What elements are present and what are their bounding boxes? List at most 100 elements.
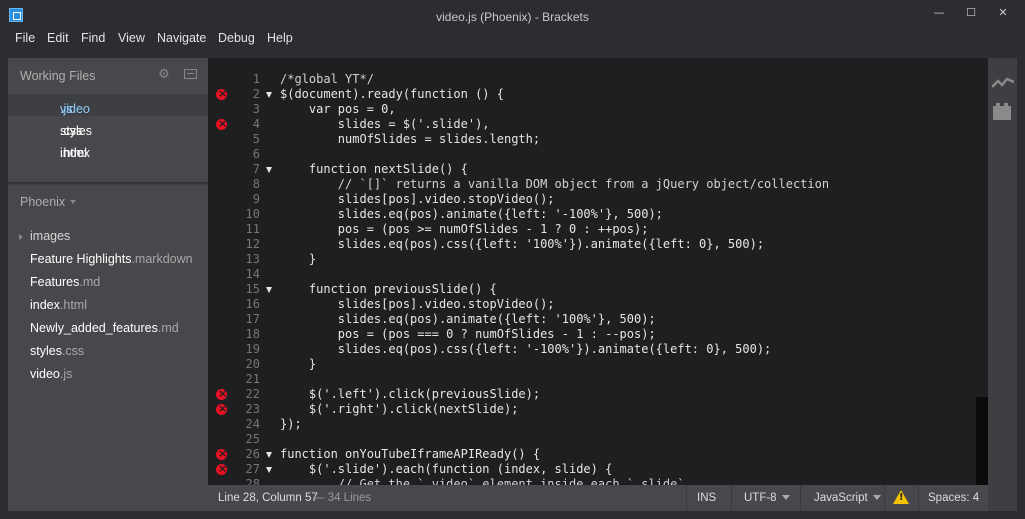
- file-name: video: [30, 367, 60, 381]
- code-line[interactable]: 3 var pos = 0,: [208, 102, 988, 117]
- code-line[interactable]: 2 $(document).ready(function () {: [208, 86, 988, 102]
- encoding-select[interactable]: UTF-8: [744, 492, 790, 504]
- code-text: slides[pos].video.stopVideo();: [280, 297, 555, 311]
- vertical-scrollbar[interactable]: [976, 397, 988, 485]
- status-bar: Line 28, Column 57 — 34 Lines INS UTF-8 …: [208, 485, 988, 511]
- code-text: pos = (pos >= numOfSlides - 1 ? 0 : ++po…: [280, 222, 649, 236]
- line-number: 10: [245, 207, 260, 221]
- code-line[interactable]: 13 }: [208, 252, 988, 267]
- error-icon[interactable]: [216, 401, 227, 416]
- code-editor[interactable]: 1 /*global YT*/ 2 $(document).ready(functio…: [208, 58, 988, 485]
- error-icon[interactable]: [216, 461, 227, 476]
- code-line[interactable]: 22 $('.left').click(previousSlide);: [208, 386, 988, 402]
- code-text: $(document).ready(function () {: [280, 87, 504, 101]
- code-line[interactable]: 23 $('.right').click(nextSlide);: [208, 401, 988, 417]
- split-view-icon[interactable]: [184, 69, 197, 79]
- gear-icon[interactable]: ⚙: [158, 67, 170, 82]
- menu-find[interactable]: Find: [81, 31, 105, 45]
- indent-spaces-toggle[interactable]: Spaces: 4: [928, 492, 979, 504]
- line-number: 28: [245, 477, 260, 485]
- file-name: Newly_added_features: [30, 321, 158, 335]
- menu-view[interactable]: View: [118, 31, 145, 45]
- code-line[interactable]: 14: [208, 267, 988, 282]
- line-number: 20: [245, 357, 260, 371]
- working-file-item[interactable]: styles .css: [8, 116, 208, 138]
- code-line[interactable]: 9 slides[pos].video.stopVideo();: [208, 192, 988, 207]
- menu-edit[interactable]: Edit: [47, 31, 69, 45]
- file-ext: .markdown: [131, 252, 193, 266]
- menu-file[interactable]: File: [15, 31, 35, 45]
- line-number: 15: [245, 282, 260, 296]
- maximize-button[interactable]: ☐: [956, 4, 986, 22]
- working-files-title: Working Files: [20, 69, 96, 83]
- code-line[interactable]: 17 slides.eq(pos).animate({left: '100%'}…: [208, 312, 988, 327]
- minimize-button[interactable]: —: [924, 4, 954, 22]
- code-line[interactable]: 19 slides.eq(pos).css({left: '-100%'}).a…: [208, 342, 988, 357]
- line-number: 13: [245, 252, 260, 266]
- code-line[interactable]: 10 slides.eq(pos).animate({left: '-100%'…: [208, 207, 988, 222]
- code-line[interactable]: 18 pos = (pos === 0 ? numOfSlides - 1 : …: [208, 327, 988, 342]
- tree-folder-images[interactable]: images: [8, 225, 208, 247]
- code-line[interactable]: 5 numOfSlides = slides.length;: [208, 132, 988, 147]
- line-number: 6: [252, 147, 260, 161]
- chevron-down-icon[interactable]: [70, 200, 76, 204]
- file-ext: .css: [61, 344, 85, 358]
- fold-toggle-icon[interactable]: [266, 92, 272, 98]
- code-line[interactable]: 16 slides[pos].video.stopVideo();: [208, 297, 988, 312]
- error-icon[interactable]: [216, 386, 227, 401]
- error-icon[interactable]: [216, 116, 227, 131]
- code-line[interactable]: 25: [208, 432, 988, 447]
- code-line[interactable]: 15 function previousSlide() {: [208, 282, 988, 297]
- code-line[interactable]: 12 slides.eq(pos).css({left: '100%'}).an…: [208, 237, 988, 252]
- code-line[interactable]: 20 }: [208, 357, 988, 372]
- tree-file[interactable]: Feature Highlights.markdown: [8, 248, 208, 270]
- status-divider: [686, 485, 687, 511]
- error-icon[interactable]: [216, 86, 227, 101]
- tree-file[interactable]: index.html: [8, 294, 208, 316]
- line-count: — 34 Lines: [313, 492, 372, 504]
- code-line[interactable]: 24});: [208, 417, 988, 432]
- tree-file[interactable]: Features.md: [8, 271, 208, 293]
- status-divider: [884, 485, 885, 511]
- fold-toggle-icon[interactable]: [266, 452, 272, 458]
- file-ext: .html: [60, 146, 88, 160]
- project-title[interactable]: Phoenix: [20, 195, 65, 209]
- warning-icon[interactable]: !: [893, 490, 909, 504]
- code-line[interactable]: 21: [208, 372, 988, 387]
- title-bar: video.js (Phoenix) - Brackets — ☐ ✕: [0, 0, 1025, 32]
- line-number: 25: [245, 432, 260, 446]
- code-text: slides.eq(pos).css({left: '100%'}).anima…: [280, 237, 765, 251]
- code-line[interactable]: 27 $('.slide').each(function (index, sli…: [208, 461, 988, 477]
- live-preview-icon[interactable]: [992, 76, 1014, 90]
- code-line[interactable]: 8 // `[]` returns a vanilla DOM object f…: [208, 177, 988, 192]
- insert-mode-toggle[interactable]: INS: [697, 492, 716, 504]
- code-line[interactable]: 11 pos = (pos >= numOfSlides - 1 ? 0 : +…: [208, 222, 988, 237]
- code-text: pos = (pos === 0 ? numOfSlides - 1 : --p…: [280, 327, 656, 341]
- file-name: index: [30, 298, 60, 312]
- code-line[interactable]: 6: [208, 147, 988, 162]
- fold-toggle-icon[interactable]: [266, 287, 272, 293]
- fold-toggle-icon[interactable]: [266, 167, 272, 173]
- code-line[interactable]: 28 // Get the `.video` element inside ea…: [208, 477, 988, 485]
- code-line[interactable]: 1 /*global YT*/: [208, 72, 988, 87]
- line-number: 19: [245, 342, 260, 356]
- menu-debug[interactable]: Debug: [218, 31, 255, 45]
- menu-navigate[interactable]: Navigate: [157, 31, 206, 45]
- chevron-right-icon[interactable]: [19, 234, 23, 240]
- working-file-item[interactable]: index .html: [8, 138, 208, 160]
- fold-toggle-icon[interactable]: [266, 467, 272, 473]
- menu-help[interactable]: Help: [267, 31, 293, 45]
- language-select[interactable]: JavaScript: [814, 492, 881, 504]
- code-line[interactable]: 4 slides = $('.slide'),: [208, 116, 988, 132]
- tree-file[interactable]: Newly_added_features.md: [8, 317, 208, 339]
- code-line[interactable]: 26 function onYouTubeIframeAPIReady() {: [208, 446, 988, 462]
- line-number: 7: [252, 162, 260, 176]
- code-text: $('.right').click(nextSlide);: [280, 402, 519, 416]
- extension-manager-icon[interactable]: [993, 103, 1011, 120]
- tree-file[interactable]: styles.css: [8, 340, 208, 362]
- close-button[interactable]: ✕: [988, 4, 1018, 22]
- code-line[interactable]: 7 function nextSlide() {: [208, 162, 988, 177]
- error-icon[interactable]: [216, 446, 227, 461]
- tree-file[interactable]: video.js: [8, 363, 208, 385]
- working-file-item[interactable]: video .js: [8, 94, 208, 116]
